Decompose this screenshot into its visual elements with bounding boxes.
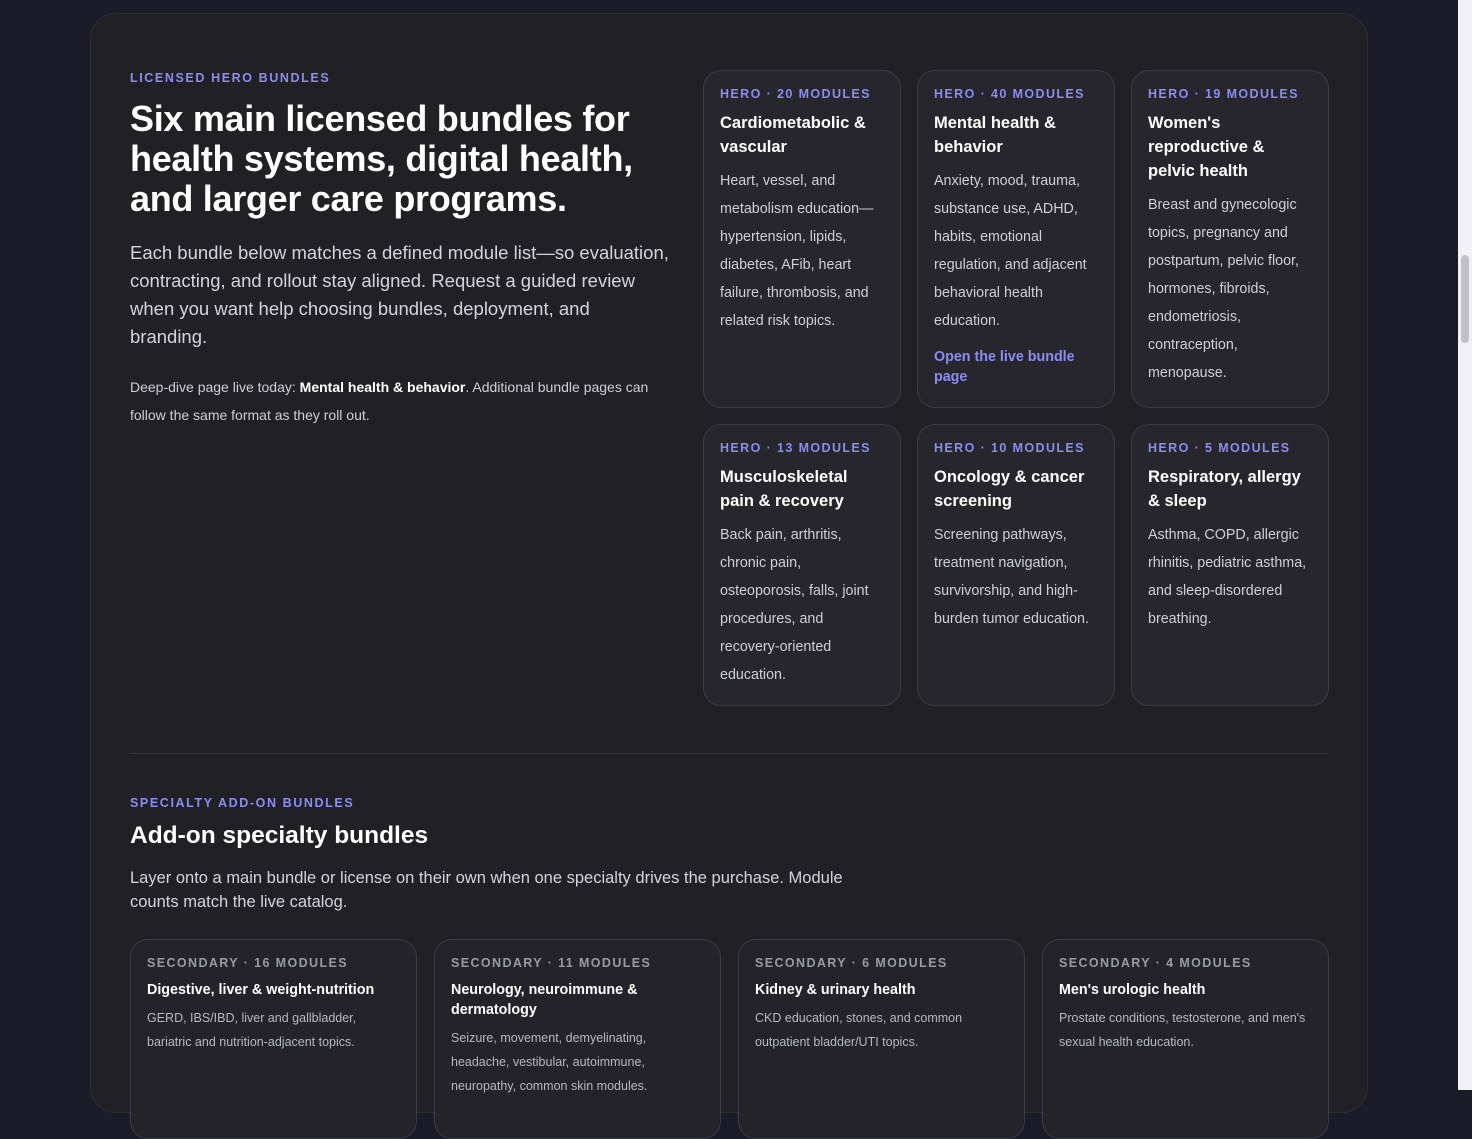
bundle-description: Back pain, arthritis, chronic pain, oste… xyxy=(720,527,869,683)
bundle-title: Women's reproductive & pelvic health xyxy=(1148,114,1265,180)
bundle-title: Digestive, liver & weight-nutrition xyxy=(147,982,375,998)
bundle-title: Musculoskeletal pain & recovery xyxy=(720,468,848,510)
addon-bundle-card-digestive[interactable]: SECONDARY · 16 MODULES Digestive, liver … xyxy=(130,939,417,1139)
bundle-description: Breast and gynecologic topics, pregnancy… xyxy=(1148,197,1299,381)
bundle-meta: HERO · 19 MODULES xyxy=(1148,87,1299,101)
addon-lead: Layer onto a main bundle or license on t… xyxy=(130,869,843,911)
scrollbar-track[interactable] xyxy=(1458,0,1472,1090)
section-divider xyxy=(130,753,1328,754)
hero-bundle-card-oncology[interactable]: HERO · 10 MODULES Oncology & cancer scre… xyxy=(917,424,1115,706)
hero-bundle-card-cardiometabolic[interactable]: HERO · 20 MODULES Cardiometabolic & vasc… xyxy=(703,70,901,408)
hero-bundle-card-mental-health[interactable]: HERO · 40 MODULES Mental health & behavi… xyxy=(917,70,1115,408)
scrollbar-thumb[interactable] xyxy=(1461,255,1469,343)
bundle-title: Men's urologic health xyxy=(1059,982,1206,998)
bundle-description: Seizure, movement, demyelinating, headac… xyxy=(451,1031,648,1093)
bundles-panel: LICENSED HERO BUNDLES Six main licensed … xyxy=(90,13,1368,1139)
bundle-description: Anxiety, mood, trauma, substance use, AD… xyxy=(934,173,1087,329)
bundle-title: Kidney & urinary health xyxy=(755,982,916,998)
hero-bundle-card-womens-health[interactable]: HERO · 19 MODULES Women's reproductive &… xyxy=(1131,70,1329,408)
bundle-title: Neurology, neuroimmune & dermatology xyxy=(451,982,638,1018)
bundle-title: Cardiometabolic & vascular xyxy=(720,114,866,156)
addon-eyebrow: SPECIALTY ADD-ON BUNDLES xyxy=(130,796,355,810)
bundle-meta: SECONDARY · 16 MODULES xyxy=(147,956,348,970)
hero-note: Deep-dive page live today: Mental health… xyxy=(130,373,670,429)
bundle-meta: SECONDARY · 11 MODULES xyxy=(451,956,652,970)
open-live-bundle-page-link[interactable]: Open the live bundle page xyxy=(934,347,1098,387)
bundle-meta: HERO · 5 MODULES xyxy=(1148,441,1291,455)
bundle-meta: HERO · 20 MODULES xyxy=(720,87,871,101)
hero-bundle-card-respiratory[interactable]: HERO · 5 MODULES Respiratory, allergy & … xyxy=(1131,424,1329,706)
hero-title: Six main licensed bundles for health sys… xyxy=(130,98,633,219)
addon-title: Add-on specialty bundles xyxy=(130,822,429,849)
bundle-description: CKD education, stones, and common outpat… xyxy=(755,1011,963,1049)
addon-bundle-card-mens-urologic[interactable]: SECONDARY · 4 MODULES Men's urologic hea… xyxy=(1042,939,1329,1139)
bundle-meta: HERO · 13 MODULES xyxy=(720,441,871,455)
bundle-description: Prostate conditions, testosterone, and m… xyxy=(1059,1011,1306,1049)
addon-bundle-card-kidney[interactable]: SECONDARY · 6 MODULES Kidney & urinary h… xyxy=(738,939,1025,1139)
hero-note-highlight: Mental health & behavior xyxy=(299,379,466,395)
bundle-description: GERD, IBS/IBD, liver and gallbladder, ba… xyxy=(147,1011,357,1049)
bundle-description: Screening pathways, treatment navigation… xyxy=(934,527,1089,627)
hero-intro: LICENSED HERO BUNDLES Six main licensed … xyxy=(130,71,670,429)
hero-lead: Each bundle below matches a defined modu… xyxy=(130,242,669,347)
addon-intro: SPECIALTY ADD-ON BUNDLES Add-on specialt… xyxy=(130,796,1328,914)
hero-bundle-card-musculoskeletal[interactable]: HERO · 13 MODULES Musculoskeletal pain &… xyxy=(703,424,901,706)
bundle-title: Mental health & behavior xyxy=(934,114,1056,156)
hero-eyebrow: LICENSED HERO BUNDLES xyxy=(130,71,331,85)
bundle-meta: SECONDARY · 6 MODULES xyxy=(755,956,948,970)
hero-note-prefix: Deep-dive page live today: xyxy=(130,379,300,395)
hero-bundle-grid: HERO · 20 MODULES Cardiometabolic & vasc… xyxy=(703,70,1329,706)
bundle-meta: SECONDARY · 4 MODULES xyxy=(1059,956,1252,970)
bundle-meta: HERO · 40 MODULES xyxy=(934,87,1085,101)
bundle-title: Oncology & cancer screening xyxy=(934,468,1085,510)
bundle-title: Respiratory, allergy & sleep xyxy=(1148,468,1301,510)
bundle-description: Heart, vessel, and metabolism education—… xyxy=(720,173,874,329)
bundle-description: Asthma, COPD, allergic rhinitis, pediatr… xyxy=(1148,527,1307,627)
bundle-meta: HERO · 10 MODULES xyxy=(934,441,1085,455)
addon-bundle-grid: SECONDARY · 16 MODULES Digestive, liver … xyxy=(130,939,1329,1139)
addon-bundle-card-neurology[interactable]: SECONDARY · 11 MODULES Neurology, neuroi… xyxy=(434,939,721,1139)
